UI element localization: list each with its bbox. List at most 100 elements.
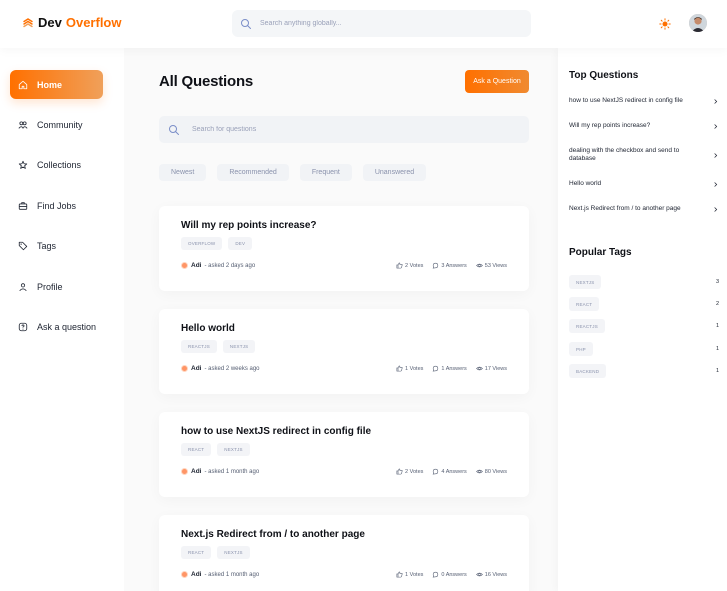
filter-frequent[interactable]: Frequent <box>299 164 352 181</box>
popular-tag-item[interactable]: REACT 2 <box>569 297 719 311</box>
sidebar-item-home[interactable]: Home <box>10 70 103 99</box>
tag-count: 1 <box>715 323 719 329</box>
popular-tag-item[interactable]: NEXTJS 3 <box>569 275 719 289</box>
top-question-item[interactable]: Will my rep points increase? <box>569 122 719 130</box>
tag-badge[interactable]: REACTJS <box>181 340 217 353</box>
views-stat: 16 Views <box>475 571 507 578</box>
star-icon <box>18 160 28 169</box>
author-avatar[interactable] <box>181 468 188 475</box>
sidebar-item-label: Find Jobs <box>37 200 77 211</box>
ask-question-button[interactable]: Ask a Question <box>465 70 529 93</box>
global-search-input[interactable] <box>260 20 510 27</box>
votes-stat: 2 Votes <box>396 468 423 475</box>
answers-stat: 4 Answers <box>432 468 467 475</box>
author-name[interactable]: Adi <box>191 468 201 475</box>
tag-badge[interactable]: REACT <box>569 297 600 311</box>
sidebar-item-label: Tags <box>37 240 57 251</box>
logo[interactable]: Dev Overflow <box>22 15 121 30</box>
question-meta: Adi - asked 1 month ago <box>181 571 259 578</box>
chevron-right-icon <box>714 98 718 104</box>
tag-badge[interactable]: DEV <box>228 237 253 250</box>
question-card[interactable]: Next.js Redirect from / to another page … <box>159 515 529 591</box>
question-title[interactable]: Next.js Redirect from / to another page <box>181 529 365 540</box>
chevron-right-icon <box>714 153 718 158</box>
tag-badge[interactable]: REACTJS <box>569 319 605 333</box>
theme-toggle-button[interactable] <box>658 17 672 31</box>
sidebar-item-collections[interactable]: Collections <box>10 150 103 179</box>
top-question-item[interactable]: dealing with the checkbox and send to da… <box>569 147 719 164</box>
popular-tag-item[interactable]: PHP 1 <box>569 342 719 356</box>
author-name[interactable]: Adi <box>191 571 201 578</box>
question-stats: 2 Votes 4 Answers 80 Views <box>396 468 507 475</box>
author-name[interactable]: Adi <box>191 262 201 269</box>
chevron-right-icon <box>714 123 718 129</box>
logo-text-dev: Dev <box>38 15 62 30</box>
views-count: 16 Views <box>484 571 507 578</box>
popular-tags-title: Popular Tags <box>569 247 632 258</box>
logo-icon <box>23 17 33 27</box>
asked-time: - asked 1 month ago <box>204 571 260 578</box>
filter-tabs: Newest Recommended Frequent Unanswered <box>159 164 427 181</box>
tag-badge[interactable]: OVERFLOW <box>181 237 223 250</box>
avatar-image <box>689 14 707 32</box>
question-stats: 1 Votes 0 Answers 16 Views <box>396 571 507 578</box>
top-question-item[interactable]: Next.js Redirect from / to another page <box>569 205 719 213</box>
tag-count: 2 <box>715 301 719 307</box>
question-search-input[interactable] <box>192 126 492 133</box>
question-title[interactable]: Will my rep points increase? <box>181 220 317 231</box>
asked-time: - asked 2 weeks ago <box>204 365 260 372</box>
author-name[interactable]: Adi <box>191 365 201 372</box>
global-search[interactable] <box>232 10 531 37</box>
sidebar-item-ask-question[interactable]: Ask a question <box>10 312 103 341</box>
votes-count: 2 Votes <box>405 468 424 475</box>
question-meta: Adi - asked 1 month ago <box>181 468 259 475</box>
filter-newest[interactable]: Newest <box>159 164 207 181</box>
question-title[interactable]: how to use NextJS redirect in config fil… <box>181 426 371 437</box>
tag-badge[interactable]: NEXTJS <box>217 443 250 456</box>
question-card[interactable]: Hello world REACTJS NEXTJS Adi - asked 2… <box>159 309 529 394</box>
tag-icon <box>18 241 28 250</box>
top-question-text: how to use NextJS redirect in config fil… <box>569 97 683 104</box>
author-avatar[interactable] <box>181 571 188 578</box>
sun-icon <box>659 18 671 30</box>
main-content: All Questions Ask a Question Newest Reco… <box>124 48 558 591</box>
question-title[interactable]: Hello world <box>181 323 235 334</box>
sidebar-item-label: Community <box>37 119 83 130</box>
popular-tag-item[interactable]: REACTJS 1 <box>569 319 719 333</box>
question-meta: Adi - asked 2 weeks ago <box>181 365 260 372</box>
author-avatar[interactable] <box>181 262 188 269</box>
search-icon <box>169 124 179 135</box>
votes-stat: 1 Votes <box>396 365 423 372</box>
question-search[interactable] <box>159 116 529 143</box>
user-avatar[interactable] <box>689 14 707 32</box>
left-sidebar: Home Community Collections Find Jobs Tag… <box>0 48 124 591</box>
tag-badge[interactable]: PHP <box>569 342 593 356</box>
views-stat: 17 Views <box>475 365 507 372</box>
question-card[interactable]: Will my rep points increase? OVERFLOW DE… <box>159 206 529 291</box>
tag-badge[interactable]: NEXTJS <box>217 546 250 559</box>
sidebar-item-find-jobs[interactable]: Find Jobs <box>10 191 103 220</box>
answers-count: 1 Answers <box>441 365 467 372</box>
sidebar-item-label: Collections <box>37 159 82 170</box>
tag-badge[interactable]: BACKEND <box>569 364 607 378</box>
home-icon <box>18 80 28 89</box>
page-title: All Questions <box>159 73 254 90</box>
tag-badge[interactable]: REACT <box>181 443 212 456</box>
filter-unanswered[interactable]: Unanswered <box>362 164 427 181</box>
tag-badge[interactable]: NEXTJS <box>569 275 602 289</box>
top-question-item[interactable]: how to use NextJS redirect in config fil… <box>569 97 719 105</box>
popular-tag-item[interactable]: BACKEND 1 <box>569 364 719 378</box>
like-icon <box>396 571 403 578</box>
sidebar-item-tags[interactable]: Tags <box>10 231 103 260</box>
author-avatar[interactable] <box>181 365 188 372</box>
views-stat: 53 Views <box>475 262 507 269</box>
sidebar-item-community[interactable]: Community <box>10 110 103 139</box>
views-count: 80 Views <box>484 468 507 475</box>
tag-badge[interactable]: REACT <box>181 546 212 559</box>
filter-recommended[interactable]: Recommended <box>217 164 289 181</box>
top-question-item[interactable]: Hello world <box>569 180 719 188</box>
question-card[interactable]: how to use NextJS redirect in config fil… <box>159 412 529 497</box>
message-icon <box>433 262 439 269</box>
tag-badge[interactable]: NEXTJS <box>222 340 256 353</box>
sidebar-item-profile[interactable]: Profile <box>10 272 103 301</box>
